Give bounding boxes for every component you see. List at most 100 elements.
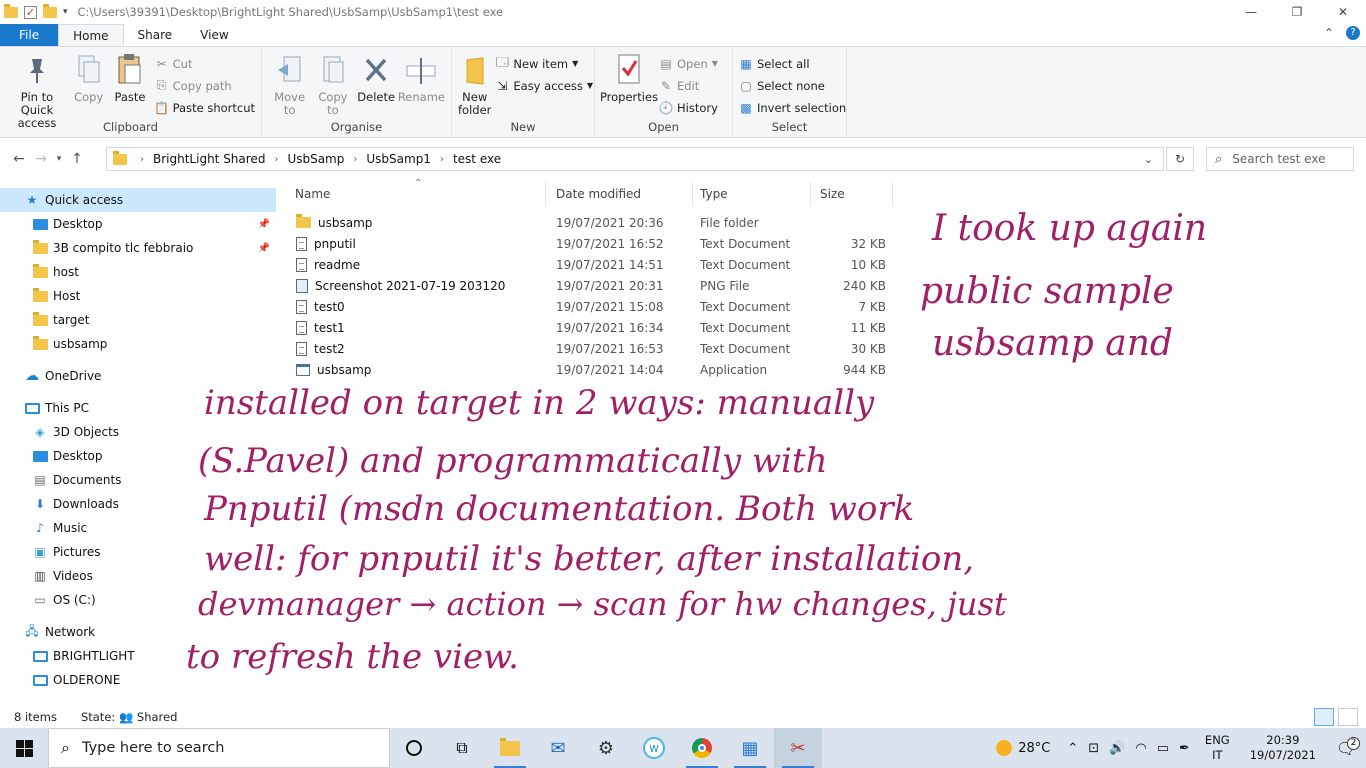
nav-videos[interactable]: ▥ Videos — [0, 564, 276, 588]
nav-3d-objects[interactable]: ◈ 3D Objects — [0, 420, 276, 444]
file-name-cell[interactable]: usbsamp — [296, 363, 556, 377]
nav-quick-desktop[interactable]: Desktop 📌 — [0, 212, 276, 236]
copy-path-button[interactable]: ⎘ Copy path — [155, 76, 255, 95]
language-indicator[interactable]: ENG IT — [1195, 733, 1240, 763]
table-row[interactable]: Screenshot 2021-07-19 203120 19/07/2021 2… — [296, 275, 896, 296]
tab-share[interactable]: Share — [124, 24, 187, 46]
nav-os-c[interactable]: ▭ OS (C:) — [0, 588, 276, 612]
file-name-cell[interactable]: test0 — [296, 299, 556, 314]
address-box[interactable]: › BrightLight Shared › UsbSamp › UsbSamp… — [106, 147, 1164, 171]
nav-documents[interactable]: ▤ Documents — [0, 468, 276, 492]
taskbar-search-input[interactable] — [81, 740, 342, 756]
file-name-cell[interactable]: Screenshot 2021-07-19 203120 — [296, 278, 556, 293]
search-input[interactable] — [1232, 152, 1343, 166]
column-header-type[interactable]: Type — [691, 182, 811, 206]
table-row[interactable]: usbsamp 19/07/2021 14:04 Application 944 KB — [296, 359, 896, 380]
help-icon[interactable]: ? — [1346, 26, 1360, 40]
tab-view[interactable]: View — [186, 24, 242, 46]
breadcrumb-usbsamp1[interactable]: UsbSamp1 — [366, 152, 431, 166]
nav-quick-usbsamp[interactable]: usbsamp — [0, 332, 276, 356]
nav-music[interactable]: ♪ Music — [0, 516, 276, 540]
breadcrumb-usbsamp[interactable]: UsbSamp — [287, 152, 344, 166]
breadcrumb-test-exe[interactable]: test exe — [453, 152, 501, 166]
large-icons-view-button[interactable] — [1338, 708, 1358, 726]
history-button[interactable]: 🕘 History — [659, 98, 718, 117]
collapse-ribbon-chevron-icon[interactable]: ⌃ — [1324, 26, 1334, 40]
column-header-name[interactable]: Name — [286, 182, 546, 206]
nav-desktop[interactable]: Desktop — [0, 444, 276, 468]
up-arrow-icon[interactable]: ↑ — [66, 151, 88, 167]
task-view-button[interactable]: ⧉ — [438, 728, 486, 768]
select-all-button[interactable]: ▦ Select all — [739, 54, 846, 73]
breadcrumb-chevron-icon[interactable]: › — [440, 154, 444, 165]
file-name-cell[interactable]: pnputil — [296, 236, 556, 251]
column-header-date[interactable]: Date modified — [547, 182, 693, 206]
settings-taskbar-button[interactable]: ⚙ — [582, 728, 630, 768]
minimize-button[interactable]: — — [1228, 0, 1274, 24]
mail-taskbar-button[interactable]: ✉ — [534, 728, 582, 768]
nav-pictures[interactable]: ▣ Pictures — [0, 540, 276, 564]
close-button[interactable]: ✕ — [1320, 0, 1366, 24]
app-w-taskbar-button[interactable]: w — [630, 728, 678, 768]
column-header-size[interactable]: Size — [811, 182, 893, 206]
easy-access-button[interactable]: ⇲ Easy access ▼ — [495, 76, 593, 95]
restore-button[interactable]: ❐ — [1274, 0, 1320, 24]
breadcrumb-chevron-icon[interactable]: › — [140, 154, 144, 165]
tab-file[interactable]: File — [0, 24, 59, 46]
breadcrumb-chevron-icon[interactable]: › — [274, 154, 278, 165]
nav-quick-host-2[interactable]: Host — [0, 284, 276, 308]
weather-widget[interactable]: 28°C — [996, 740, 1050, 756]
network-monitor-icon[interactable]: ▭ — [1152, 741, 1174, 756]
nav-downloads[interactable]: ⬇ Downloads — [0, 492, 276, 516]
nav-onedrive[interactable]: ☁ OneDrive — [0, 364, 276, 388]
volume-icon[interactable]: 🔊 — [1104, 741, 1130, 756]
invert-selection-button[interactable]: ▩ Invert selection — [739, 98, 846, 117]
show-hidden-icons-chevron-icon[interactable]: ⌃ — [1062, 741, 1083, 756]
search-box[interactable]: ⌕ — [1206, 147, 1354, 171]
nav-this-pc[interactable]: This PC — [0, 396, 276, 420]
file-name-cell[interactable]: test2 — [296, 341, 556, 356]
new-folder-icon[interactable] — [43, 3, 57, 18]
open-button[interactable]: ▤ Open ▼ — [659, 54, 718, 73]
nav-quick-access[interactable]: ★ Quick access — [0, 188, 276, 212]
file-name-cell[interactable]: usbsamp — [296, 214, 556, 230]
table-row[interactable]: readme 19/07/2021 14:51 Text Document 10 KB — [296, 254, 896, 275]
edit-button[interactable]: ✎ Edit — [659, 76, 718, 95]
refresh-button[interactable]: ↻ — [1166, 147, 1194, 171]
nav-brightlight[interactable]: BRIGHTLIGHT — [0, 644, 276, 668]
nav-quick-target[interactable]: target — [0, 308, 276, 332]
start-button[interactable] — [0, 728, 48, 768]
properties-check-icon[interactable]: ✓ — [24, 5, 37, 19]
file-name-cell[interactable]: readme — [296, 257, 556, 272]
nav-quick-host[interactable]: host — [0, 260, 276, 284]
file-name-cell[interactable]: test1 — [296, 320, 556, 335]
taskbar-search[interactable]: ⌕ — [48, 728, 390, 768]
cut-button[interactable]: ✂ Cut — [155, 54, 255, 73]
tab-home[interactable]: Home — [58, 24, 124, 46]
details-view-button[interactable] — [1314, 708, 1334, 726]
control-panel-taskbar-button[interactable]: ▦ — [726, 728, 774, 768]
chrome-taskbar-button[interactable] — [678, 728, 726, 768]
new-item-button[interactable]: 🗔 New item ▼ — [495, 54, 593, 73]
table-row[interactable]: usbsamp 19/07/2021 20:36 File folder — [296, 212, 896, 233]
table-row[interactable]: test0 19/07/2021 15:08 Text Document 7 KB — [296, 296, 896, 317]
table-row[interactable]: pnputil 19/07/2021 16:52 Text Document 32 K… — [296, 233, 896, 254]
pen-icon[interactable]: ✒ — [1174, 741, 1195, 756]
back-arrow-icon[interactable]: ← — [8, 151, 30, 167]
nav-quick-3b-compito[interactable]: 3B compito tlc febbraio 📌 — [0, 236, 276, 260]
usb-device-icon[interactable]: ⊡ — [1083, 741, 1104, 756]
file-explorer-taskbar-button[interactable] — [486, 728, 534, 768]
cortana-button[interactable] — [390, 728, 438, 768]
nav-olderone[interactable]: OLDERONE — [0, 668, 276, 692]
forward-arrow-icon[interactable]: → — [30, 151, 52, 167]
recent-locations-chevron-icon[interactable]: ▾ — [52, 154, 66, 164]
address-dropdown-icon[interactable]: ⌄ — [1144, 153, 1153, 166]
clock[interactable]: 20:39 19/07/2021 — [1240, 733, 1326, 763]
breadcrumb-chevron-icon[interactable]: › — [353, 154, 357, 165]
action-center-button[interactable]: 🗨 2 — [1326, 736, 1366, 758]
select-none-button[interactable]: ▢ Select none — [739, 76, 846, 95]
snip-sketch-taskbar-button[interactable]: ✂ — [774, 728, 822, 768]
customize-toolbar-chevron-icon[interactable]: ▾ — [63, 7, 68, 17]
wifi-icon[interactable]: ◠ — [1130, 741, 1151, 756]
table-row[interactable]: test2 19/07/2021 16:53 Text Document 30 KB — [296, 338, 896, 359]
